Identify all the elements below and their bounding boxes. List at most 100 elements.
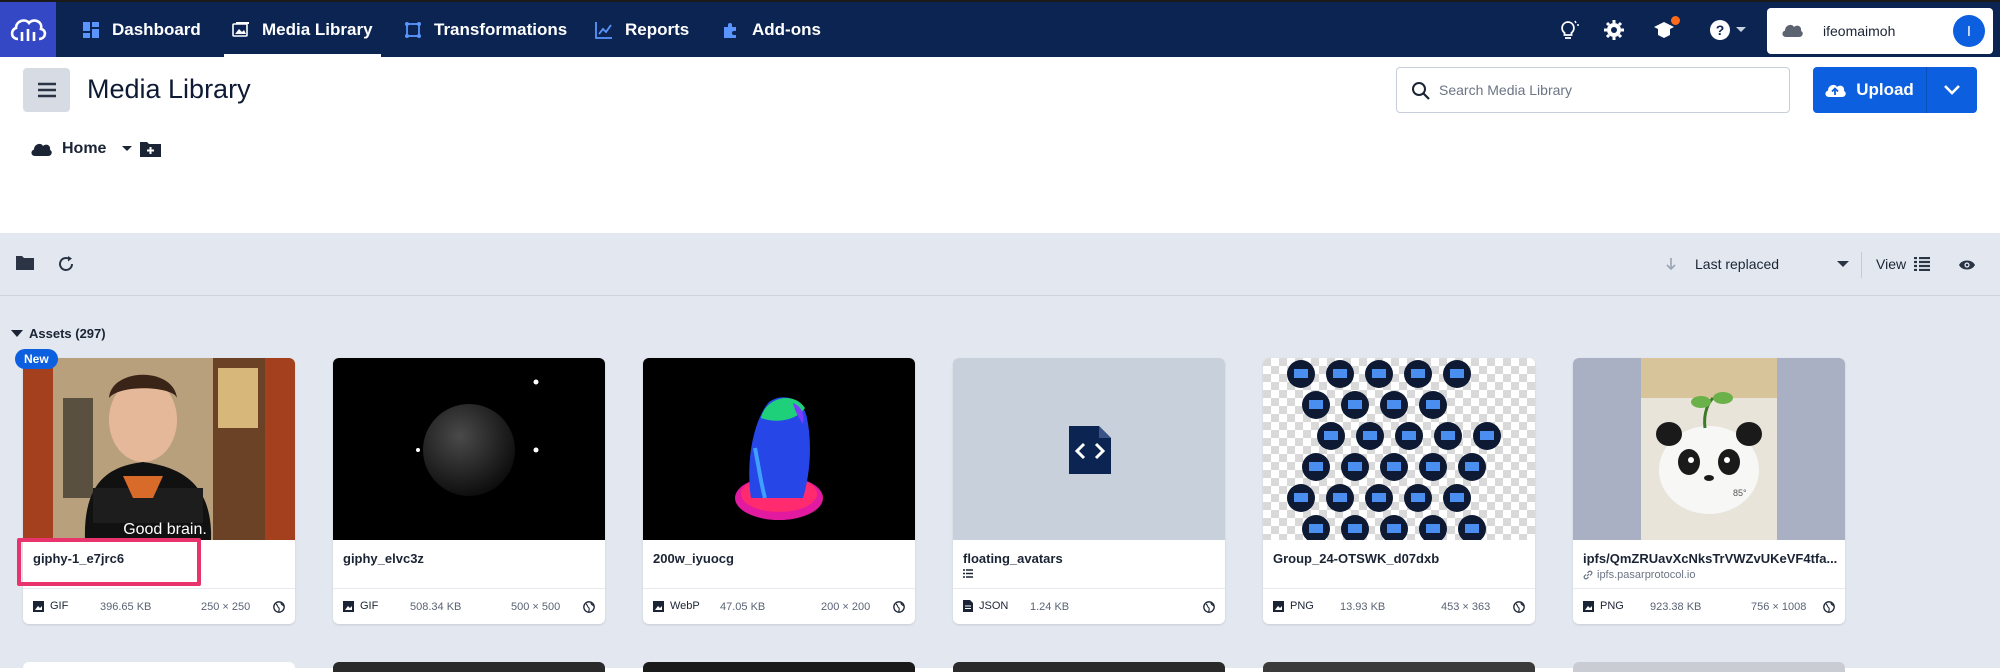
public-globe-icon	[1513, 600, 1525, 618]
asset-card[interactable]: 200w_iyuocg WebP 47.05 KB 200 × 200	[643, 358, 915, 624]
asset-type-label: GIF	[360, 600, 379, 612]
transform-icon	[405, 21, 421, 38]
preview-eye-icon[interactable]	[1958, 258, 1976, 276]
assets-heading: Assets (297)	[29, 326, 106, 341]
asset-thumbnail[interactable]: Good brain.	[23, 358, 295, 540]
tips-bulb-icon[interactable]	[1556, 18, 1580, 42]
asset-type: PNG	[1273, 600, 1314, 612]
asset-thumbnail[interactable]	[333, 358, 605, 540]
new-folder-button[interactable]	[139, 140, 162, 163]
next-row-card[interactable]	[643, 662, 915, 672]
next-row-card[interactable]	[23, 662, 295, 672]
breadcrumb-home[interactable]: Home	[62, 140, 106, 158]
public-globe-icon	[1823, 600, 1835, 618]
avatar-screen	[1294, 493, 1308, 502]
caret-down-icon[interactable]	[122, 146, 133, 152]
card-divider	[953, 588, 1225, 589]
avatar-screen	[1411, 493, 1425, 502]
nav-media-library[interactable]: Media Library	[224, 2, 381, 57]
learning-hat-icon[interactable]	[1652, 16, 1680, 42]
sort-control[interactable]: Last replaced	[1665, 256, 1850, 272]
asset-type: GIF	[343, 600, 378, 612]
help-menu-icon[interactable]: ?	[1708, 18, 1748, 42]
asset-card[interactable]: floating_avatars JSON 1.24 KB	[953, 358, 1225, 624]
next-row-card[interactable]	[333, 662, 605, 672]
search-icon	[1412, 82, 1430, 100]
upload-options-dropdown[interactable]	[1927, 67, 1977, 113]
toolbar-divider	[1861, 252, 1862, 278]
public-globe-icon	[583, 600, 595, 618]
top-nav-bar: Dashboard Media Library Transformations …	[0, 0, 2000, 57]
asset-thumbnail[interactable]: 85°	[1573, 358, 1845, 540]
asset-name[interactable]: 200w_iyuocg	[653, 551, 734, 566]
folder-view-icon[interactable]	[15, 255, 35, 276]
nav-media-library-label: Media Library	[262, 19, 373, 39]
cloudinary-logo[interactable]	[0, 2, 56, 57]
asset-name[interactable]: ipfs/QmZRUavXcNksTrVWZvUKeVF4tfa...	[1583, 551, 1837, 566]
avatar-screen	[1480, 431, 1494, 440]
asset-dimensions: 200 × 200	[821, 601, 871, 613]
avatar-screen	[1324, 431, 1338, 440]
card-divider	[23, 588, 295, 589]
new-badge: New	[15, 349, 58, 369]
avatar-screen	[1348, 400, 1362, 409]
page-title: Media Library	[87, 74, 251, 104]
asset-name[interactable]: Group_24-OTSWK_d07dxb	[1273, 551, 1439, 566]
assets-section-toggle[interactable]: Assets (297)	[11, 326, 106, 341]
dashboard-icon	[83, 21, 99, 38]
avatar-screen	[1294, 369, 1308, 378]
search-input[interactable]	[1439, 78, 1769, 102]
svg-text:?: ?	[1716, 22, 1725, 38]
account-name: ifeomaimoh	[1823, 23, 1896, 39]
link-icon	[1583, 570, 1593, 580]
nav-reports[interactable]: Reports	[595, 2, 689, 57]
asset-thumbnail[interactable]	[1263, 358, 1535, 540]
search-box[interactable]	[1396, 67, 1790, 113]
avatar-screen	[1309, 524, 1323, 533]
asset-card[interactable]: 85° ipfs/QmZRUavXcNksTrVWZvUKeVF4tfa... …	[1573, 358, 1845, 624]
asset-name[interactable]: giphy_elvc3z	[343, 551, 424, 566]
png-thumbnail-image: 85°	[1641, 358, 1777, 540]
asset-size: 1.24 KB	[1030, 601, 1070, 613]
refresh-icon[interactable]	[57, 255, 75, 278]
avatar-screen	[1309, 462, 1323, 471]
image-file-icon	[343, 600, 354, 612]
asset-name[interactable]: floating_avatars	[963, 551, 1063, 566]
nav-add-ons[interactable]: Add-ons	[722, 2, 821, 57]
asset-size: 47.05 KB	[720, 601, 766, 613]
view-toggle[interactable]: View	[1876, 256, 1931, 272]
avatar-screen	[1333, 369, 1347, 378]
asset-dimensions: 453 × 363	[1441, 601, 1491, 613]
user-avatar[interactable]: I	[1953, 15, 1985, 47]
avatar-screen	[1465, 462, 1479, 471]
upload-button[interactable]: Upload	[1813, 67, 1925, 113]
settings-gear-icon[interactable]	[1602, 18, 1626, 42]
asset-thumbnail[interactable]	[643, 358, 915, 540]
asset-thumbnail[interactable]	[953, 358, 1225, 540]
image-file-icon	[33, 600, 44, 612]
cloud-upload-icon	[1825, 84, 1846, 97]
next-row-card[interactable]	[953, 662, 1225, 672]
view-label: View	[1876, 256, 1907, 272]
asset-card[interactable]: Group_24-OTSWK_d07dxb PNG 13.93 KB 453 ×…	[1263, 358, 1535, 624]
nav-add-ons-label: Add-ons	[752, 19, 821, 39]
card-divider	[1263, 588, 1535, 589]
list-icon	[963, 569, 973, 578]
asset-type: GIF	[33, 600, 68, 612]
next-row-card[interactable]	[1573, 662, 1845, 672]
sort-direction-icon[interactable]	[1665, 257, 1677, 271]
account-switcher[interactable]: ifeomaimoh I	[1767, 8, 1993, 54]
avatar-screen	[1426, 400, 1440, 409]
cloud-logo-icon	[10, 18, 47, 41]
nav-reports-label: Reports	[625, 19, 690, 39]
avatar-screen	[1450, 493, 1464, 502]
sidebar-toggle-button[interactable]	[23, 68, 70, 112]
asset-source-label: ipfs.pasarprotocol.io	[1597, 569, 1696, 581]
asset-type: WebP	[653, 600, 700, 612]
next-row-card[interactable]	[1263, 662, 1535, 672]
nav-transformations[interactable]: Transformations	[404, 2, 567, 57]
breadcrumb[interactable]: Home	[30, 140, 133, 158]
asset-card[interactable]: giphy_elvc3z GIF 508.34 KB 500 × 500	[333, 358, 605, 624]
cloud-icon	[31, 143, 52, 156]
nav-dashboard[interactable]: Dashboard	[82, 2, 201, 57]
